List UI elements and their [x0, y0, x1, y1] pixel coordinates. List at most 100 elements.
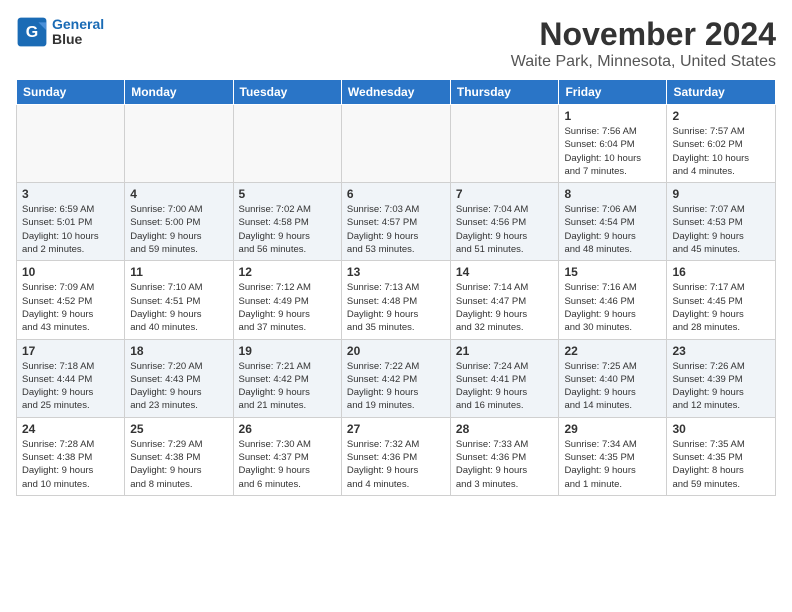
- day-info: Sunrise: 7:24 AM Sunset: 4:41 PM Dayligh…: [456, 360, 554, 413]
- day-number: 22: [564, 344, 661, 358]
- day-info: Sunrise: 7:10 AM Sunset: 4:51 PM Dayligh…: [130, 281, 227, 334]
- weekday-header-friday: Friday: [559, 80, 667, 105]
- calendar-week-2: 3 Sunrise: 6:59 AM Sunset: 5:01 PM Daylig…: [17, 183, 776, 261]
- calendar-table: SundayMondayTuesdayWednesdayThursdayFrid…: [16, 79, 776, 496]
- day-number: 27: [347, 422, 445, 436]
- day-number: 10: [22, 265, 119, 279]
- day-info: Sunrise: 7:07 AM Sunset: 4:53 PM Dayligh…: [672, 203, 770, 256]
- day-info: Sunrise: 7:57 AM Sunset: 6:02 PM Dayligh…: [672, 125, 770, 178]
- day-number: 18: [130, 344, 227, 358]
- calendar-cell: 5 Sunrise: 7:02 AM Sunset: 4:58 PM Daylig…: [233, 183, 341, 261]
- month-title: November 2024: [511, 16, 776, 53]
- day-number: 7: [456, 187, 554, 201]
- weekday-header-monday: Monday: [125, 80, 233, 105]
- day-info: Sunrise: 7:29 AM Sunset: 4:38 PM Dayligh…: [130, 438, 227, 491]
- day-number: 12: [239, 265, 336, 279]
- day-number: 15: [564, 265, 661, 279]
- day-info: Sunrise: 7:17 AM Sunset: 4:45 PM Dayligh…: [672, 281, 770, 334]
- calendar-cell: 23Sunrise: 7:26 AM Sunset: 4:39 PM Dayli…: [667, 339, 776, 417]
- calendar-cell: 27 Sunrise: 7:32 AM Sunset: 4:36 PM Dayli…: [341, 417, 450, 495]
- logo-icon: G: [16, 16, 48, 48]
- calendar-cell: 30 Sunrise: 7:35 AM Sunset: 4:35 PM Dayli…: [667, 417, 776, 495]
- day-info: Sunrise: 7:00 AM Sunset: 5:00 PM Dayligh…: [130, 203, 227, 256]
- calendar-cell: 3 Sunrise: 6:59 AM Sunset: 5:01 PM Daylig…: [17, 183, 125, 261]
- calendar-cell: [341, 105, 450, 183]
- day-info: Sunrise: 7:20 AM Sunset: 4:43 PM Dayligh…: [130, 360, 227, 413]
- logo-line2: Blue: [52, 32, 104, 47]
- day-number: 26: [239, 422, 336, 436]
- day-number: 20: [347, 344, 445, 358]
- day-number: 17: [22, 344, 119, 358]
- calendar-cell: [450, 105, 559, 183]
- calendar-cell: 19 Sunrise: 7:21 AM Sunset: 4:42 PM Dayli…: [233, 339, 341, 417]
- day-info: Sunrise: 7:34 AM Sunset: 4:35 PM Dayligh…: [564, 438, 661, 491]
- calendar-cell: 12Sunrise: 7:12 AM Sunset: 4:49 PM Dayli…: [233, 261, 341, 339]
- day-info: Sunrise: 6:59 AM Sunset: 5:01 PM Dayligh…: [22, 203, 119, 256]
- location-title: Waite Park, Minnesota, United States: [511, 53, 776, 71]
- calendar-cell: 2 Sunrise: 7:57 AM Sunset: 6:02 PM Daylig…: [667, 105, 776, 183]
- calendar-cell: 18 Sunrise: 7:20 AM Sunset: 4:43 PM Dayli…: [125, 339, 233, 417]
- day-info: Sunrise: 7:06 AM Sunset: 4:54 PM Dayligh…: [564, 203, 661, 256]
- day-info: Sunrise: 7:22 AM Sunset: 4:42 PM Dayligh…: [347, 360, 445, 413]
- title-block: November 2024 Waite Park, Minnesota, Uni…: [511, 16, 776, 71]
- calendar-cell: [233, 105, 341, 183]
- day-number: 1: [564, 109, 661, 123]
- calendar-cell: 7Sunrise: 7:04 AM Sunset: 4:56 PM Daylig…: [450, 183, 559, 261]
- calendar-cell: 28 Sunrise: 7:33 AM Sunset: 4:36 PM Dayli…: [450, 417, 559, 495]
- day-number: 8: [564, 187, 661, 201]
- day-info: Sunrise: 7:56 AM Sunset: 6:04 PM Dayligh…: [564, 125, 661, 178]
- day-number: 13: [347, 265, 445, 279]
- weekday-header-wednesday: Wednesday: [341, 80, 450, 105]
- day-number: 28: [456, 422, 554, 436]
- calendar-cell: 9 Sunrise: 7:07 AM Sunset: 4:53 PM Daylig…: [667, 183, 776, 261]
- calendar-cell: 16 Sunrise: 7:17 AM Sunset: 4:45 PM Dayli…: [667, 261, 776, 339]
- calendar-week-4: 17 Sunrise: 7:18 AM Sunset: 4:44 PM Dayli…: [17, 339, 776, 417]
- weekday-header-thursday: Thursday: [450, 80, 559, 105]
- day-number: 4: [130, 187, 227, 201]
- day-info: Sunrise: 7:09 AM Sunset: 4:52 PM Dayligh…: [22, 281, 119, 334]
- calendar-cell: [125, 105, 233, 183]
- page-header: G General Blue November 2024 Waite Park,…: [16, 16, 776, 71]
- day-number: 23: [672, 344, 770, 358]
- calendar-cell: 14Sunrise: 7:14 AM Sunset: 4:47 PM Dayli…: [450, 261, 559, 339]
- day-number: 3: [22, 187, 119, 201]
- day-info: Sunrise: 7:28 AM Sunset: 4:38 PM Dayligh…: [22, 438, 119, 491]
- weekday-header-tuesday: Tuesday: [233, 80, 341, 105]
- logo-text: General Blue: [52, 17, 104, 48]
- day-info: Sunrise: 7:02 AM Sunset: 4:58 PM Dayligh…: [239, 203, 336, 256]
- day-info: Sunrise: 7:32 AM Sunset: 4:36 PM Dayligh…: [347, 438, 445, 491]
- day-info: Sunrise: 7:18 AM Sunset: 4:44 PM Dayligh…: [22, 360, 119, 413]
- calendar-cell: [17, 105, 125, 183]
- day-number: 30: [672, 422, 770, 436]
- calendar-header-row: SundayMondayTuesdayWednesdayThursdayFrid…: [17, 80, 776, 105]
- day-number: 5: [239, 187, 336, 201]
- day-number: 16: [672, 265, 770, 279]
- day-info: Sunrise: 7:16 AM Sunset: 4:46 PM Dayligh…: [564, 281, 661, 334]
- day-number: 2: [672, 109, 770, 123]
- calendar-cell: 13Sunrise: 7:13 AM Sunset: 4:48 PM Dayli…: [341, 261, 450, 339]
- logo: G General Blue: [16, 16, 104, 48]
- logo-line1: General: [52, 16, 104, 32]
- day-number: 24: [22, 422, 119, 436]
- day-number: 6: [347, 187, 445, 201]
- calendar-cell: 8 Sunrise: 7:06 AM Sunset: 4:54 PM Daylig…: [559, 183, 667, 261]
- calendar-cell: 1 Sunrise: 7:56 AM Sunset: 6:04 PM Daylig…: [559, 105, 667, 183]
- day-info: Sunrise: 7:35 AM Sunset: 4:35 PM Dayligh…: [672, 438, 770, 491]
- day-info: Sunrise: 7:33 AM Sunset: 4:36 PM Dayligh…: [456, 438, 554, 491]
- day-info: Sunrise: 7:30 AM Sunset: 4:37 PM Dayligh…: [239, 438, 336, 491]
- day-number: 25: [130, 422, 227, 436]
- calendar-cell: 24 Sunrise: 7:28 AM Sunset: 4:38 PM Dayli…: [17, 417, 125, 495]
- weekday-header-saturday: Saturday: [667, 80, 776, 105]
- day-info: Sunrise: 7:03 AM Sunset: 4:57 PM Dayligh…: [347, 203, 445, 256]
- day-info: Sunrise: 7:25 AM Sunset: 4:40 PM Dayligh…: [564, 360, 661, 413]
- day-number: 11: [130, 265, 227, 279]
- day-info: Sunrise: 7:21 AM Sunset: 4:42 PM Dayligh…: [239, 360, 336, 413]
- calendar-cell: 29 Sunrise: 7:34 AM Sunset: 4:35 PM Dayli…: [559, 417, 667, 495]
- calendar-week-5: 24 Sunrise: 7:28 AM Sunset: 4:38 PM Dayli…: [17, 417, 776, 495]
- calendar-cell: 10 Sunrise: 7:09 AM Sunset: 4:52 PM Dayli…: [17, 261, 125, 339]
- svg-text:G: G: [26, 24, 38, 41]
- day-number: 9: [672, 187, 770, 201]
- day-number: 19: [239, 344, 336, 358]
- day-number: 29: [564, 422, 661, 436]
- day-number: 14: [456, 265, 554, 279]
